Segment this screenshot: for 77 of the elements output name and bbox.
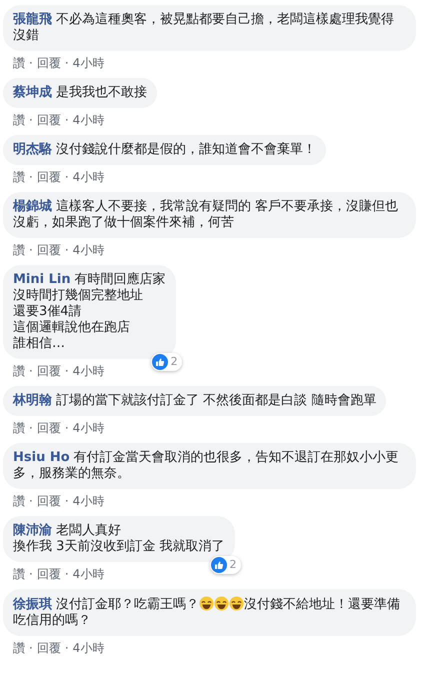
comment-text: 陳沛渝 老闆人真好 (13, 523, 122, 539)
action-link[interactable]: 回覆 (36, 242, 61, 258)
comment-text: 這個邏輯說他在跑店 (13, 320, 131, 336)
separator-dot: · (64, 242, 69, 258)
comment-text: Mini Lin 有時間回應店家 (13, 272, 166, 288)
comment-text: 誰相信… (13, 336, 66, 352)
comment-text: 楊錦城 這樣客人不要接，我常說有疑問的 客戶不要承接，沒賺但也沒虧，如果跑了做十個案件來補，何苦 (13, 199, 400, 231)
separator-dot: · (64, 112, 69, 128)
action-link[interactable]: 回覆 (36, 112, 61, 128)
author-link[interactable]: Mini Lin (13, 272, 71, 287)
comment-text: 明杰駱 沒付錢說什麼都是假的，誰知道會不會棄單！ (13, 142, 316, 158)
author-link[interactable]: 林明翰 (13, 393, 52, 408)
reaction-badge[interactable]: 2 (150, 353, 182, 371)
timestamp-link[interactable]: 4小時 (72, 169, 104, 185)
action-link[interactable]: 讚 (13, 363, 25, 379)
separator-dot: · (29, 363, 33, 379)
action-link[interactable]: 讚 (13, 169, 25, 185)
action-link[interactable]: 回覆 (36, 55, 61, 71)
action-link[interactable]: 回覆 (36, 169, 61, 185)
reaction-count: 2 (230, 557, 237, 573)
action-link[interactable]: 讚 (13, 640, 25, 656)
separator-dot: · (29, 420, 33, 436)
action-link[interactable]: 讚 (13, 566, 25, 582)
author-link[interactable]: 楊錦城 (13, 199, 52, 214)
timestamp-link[interactable]: 4小時 (72, 566, 104, 582)
action-link[interactable]: 回覆 (36, 420, 61, 436)
timestamp-link[interactable]: 4小時 (72, 493, 104, 509)
action-link[interactable]: 讚 (13, 493, 25, 509)
comment-text: 還要3催4請 (13, 304, 83, 320)
comment-text: Hsiu Ho 有付訂金當天會取消的也很多，告知不退訂在那奴小小更多，服務業的無奈。 (13, 450, 400, 482)
separator-dot: · (29, 55, 33, 71)
action-link[interactable]: 讚 (13, 420, 25, 436)
reaction-badge[interactable]: 2 (210, 556, 241, 574)
action-link[interactable]: 讚 (13, 55, 25, 71)
separator-dot: · (29, 242, 33, 258)
laughing-emoji-icon (199, 596, 214, 611)
thumbs-up-icon (152, 354, 168, 370)
separator-dot: · (64, 566, 69, 582)
action-link[interactable]: 讚 (13, 112, 25, 128)
timestamp-link[interactable]: 4小時 (72, 640, 104, 656)
separator-dot: · (64, 493, 69, 509)
comment-text: 林明翰 訂場的當下就該付訂金了 不然後面都是白談 隨時會跑單 (13, 393, 376, 409)
author-link[interactable]: 徐振琪 (13, 597, 52, 612)
timestamp-link[interactable]: 4小時 (72, 112, 104, 128)
action-link[interactable]: 回覆 (36, 640, 61, 656)
author-link[interactable]: 蔡坤成 (13, 85, 52, 100)
timestamp-link[interactable]: 4小時 (72, 242, 104, 258)
separator-dot: · (64, 169, 69, 185)
action-link[interactable]: 回覆 (36, 493, 61, 509)
separator-dot: · (64, 55, 69, 71)
separator-dot: · (29, 566, 33, 582)
separator-dot: · (29, 112, 33, 128)
author-link[interactable]: Hsiu Ho (13, 450, 70, 465)
action-link[interactable]: 讚 (13, 242, 25, 258)
timestamp-link[interactable]: 4小時 (72, 55, 104, 71)
laughing-emoji-icon (229, 596, 244, 611)
comment-text: 換作我 3天前沒收到訂金 我就取消了 (13, 539, 225, 555)
timestamp-link[interactable]: 4小時 (72, 363, 104, 379)
timestamp-link[interactable]: 4小時 (72, 420, 104, 436)
separator-dot: · (29, 169, 33, 185)
thumbs-up-icon (210, 557, 227, 573)
author-link[interactable]: 張龍飛 (13, 12, 52, 27)
separator-dot: · (64, 640, 69, 656)
comment-text: 蔡坤成 是我我也不敢接 (13, 85, 147, 101)
comment-text: 沒時間打幾個完整地址 (13, 288, 144, 304)
separator-dot: · (29, 493, 33, 509)
reaction-count: 2 (170, 354, 178, 370)
author-link[interactable]: 陳沛渝 (13, 523, 52, 538)
author-link[interactable]: 明杰駱 (13, 142, 52, 157)
separator-dot: · (64, 363, 69, 379)
comment-text: 張龍飛 不必為這種奧客，被晃點都要自己擔，老闆這樣處理我覺得沒錯 (13, 12, 395, 44)
separator-dot: · (29, 640, 33, 656)
laughing-emoji-icon (214, 596, 229, 611)
comment-text: 徐振琪 沒付訂金耶？吃霸王嗎？ 沒付錢不給地址！還要準備吃信用的嗎？ (13, 596, 401, 629)
separator-dot: · (64, 420, 69, 436)
action-link[interactable]: 回覆 (36, 363, 61, 379)
action-link[interactable]: 回覆 (36, 566, 61, 582)
